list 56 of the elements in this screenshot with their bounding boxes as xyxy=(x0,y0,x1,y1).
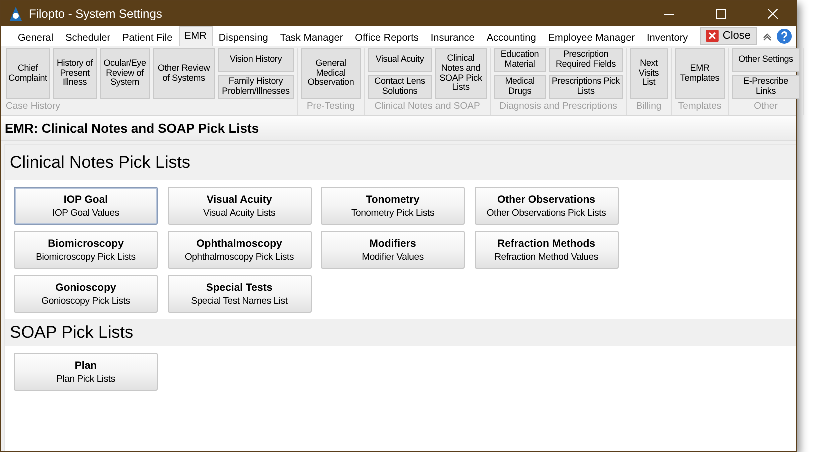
pick-list-button[interactable]: Tonometry Tonometry Pick Lists xyxy=(321,187,465,225)
ribbon-button[interactable]: Medical Drugs xyxy=(494,75,546,99)
app-logo-icon xyxy=(9,6,23,22)
window-title: Filopto - System Settings xyxy=(29,6,164,20)
pick-list-button[interactable]: Visual Acuity Visual Acuity Lists xyxy=(168,187,312,225)
tab[interactable]: Employee Manager xyxy=(542,29,642,46)
ribbon-button[interactable]: Education Material xyxy=(494,48,546,72)
section-title: Clinical Notes Pick Lists xyxy=(10,152,190,172)
tab[interactable]: Office Reports xyxy=(349,29,425,46)
page-title: EMR: Clinical Notes and SOAP Pick Lists xyxy=(5,120,260,136)
pick-list-button[interactable]: Gonioscopy Gonioscopy Pick Lists xyxy=(14,275,158,313)
ribbon-button[interactable]: EMR Templates xyxy=(675,48,725,99)
ribbon-button[interactable]: Prescription Required Fields xyxy=(549,48,623,72)
ribbon-button[interactable]: Other Review of Systems xyxy=(153,48,215,99)
group-label: Clinical Notes and SOAP xyxy=(374,101,480,112)
ribbon-button[interactable]: Prescriptions Pick Lists xyxy=(549,75,623,99)
ribbon-button[interactable]: Contact Lens Solutions xyxy=(368,75,432,99)
ribbon-button[interactable]: Vision History xyxy=(218,48,294,72)
ribbon-button[interactable]: Family History Problem/Illnesses xyxy=(218,75,294,99)
group-label: Other xyxy=(754,101,778,112)
close-button[interactable]: Close xyxy=(700,27,757,45)
pick-list-button[interactable]: Plan Plan Pick Lists xyxy=(14,353,158,391)
ribbon-button[interactable]: E-Prescribe Links xyxy=(732,75,800,99)
group-label: Case History xyxy=(6,101,60,112)
ribbon-button[interactable]: Other Settings xyxy=(732,48,800,72)
ribbon-button[interactable]: General Medical Observation xyxy=(301,48,361,99)
pick-list-button[interactable]: Modifiers Modifier Values xyxy=(321,231,465,269)
ribbon-button[interactable]: Clinical Notes and SOAP Pick Lists xyxy=(435,48,487,99)
group-label: Diagnosis and Prescriptions xyxy=(500,101,618,112)
tab[interactable]: Dispensing xyxy=(212,29,274,46)
tab[interactable]: General xyxy=(12,29,60,46)
tab[interactable]: Inventory xyxy=(641,29,694,46)
tab[interactable]: Task Manager xyxy=(274,29,350,46)
pick-list-button[interactable]: Special Tests Special Test Names List xyxy=(168,275,312,313)
close-icon xyxy=(706,30,719,42)
tab[interactable]: EMR xyxy=(178,26,213,46)
pick-list-button[interactable]: IOP Goal IOP Goal Values xyxy=(14,187,158,225)
tab[interactable]: Insurance xyxy=(424,29,481,46)
collapse-icon[interactable] xyxy=(763,33,772,41)
pick-list-button[interactable]: Biomicroscopy Biomicroscopy Pick Lists xyxy=(14,231,158,269)
section-title: SOAP Pick Lists xyxy=(10,322,134,342)
group-label: Templates xyxy=(678,101,722,112)
group-label: Pre-Testing xyxy=(306,101,356,112)
ribbon-button[interactable]: History of Present Illness xyxy=(53,48,97,99)
group-label: Billing xyxy=(636,101,662,112)
pick-list-button[interactable]: Ophthalmoscopy Ophthalmoscopy Pick Lists xyxy=(168,231,312,269)
tab[interactable]: Scheduler xyxy=(60,29,117,46)
ribbon-button[interactable]: Chief Complaint xyxy=(6,48,50,99)
ribbon-button[interactable]: Ocular/Eye Review of System xyxy=(100,48,150,99)
ribbon-button[interactable]: Next Visits List xyxy=(630,48,668,99)
pick-list-button[interactable]: Other Observations Other Observations Pick Lists xyxy=(474,187,618,225)
tab[interactable]: Accounting xyxy=(480,29,542,46)
help-icon[interactable] xyxy=(777,29,792,44)
tab[interactable]: Patient File xyxy=(116,29,179,46)
pick-list-button[interactable]: Refraction Methods Refraction Method Values xyxy=(474,231,618,269)
ribbon-button[interactable]: Visual Acuity xyxy=(368,48,432,72)
